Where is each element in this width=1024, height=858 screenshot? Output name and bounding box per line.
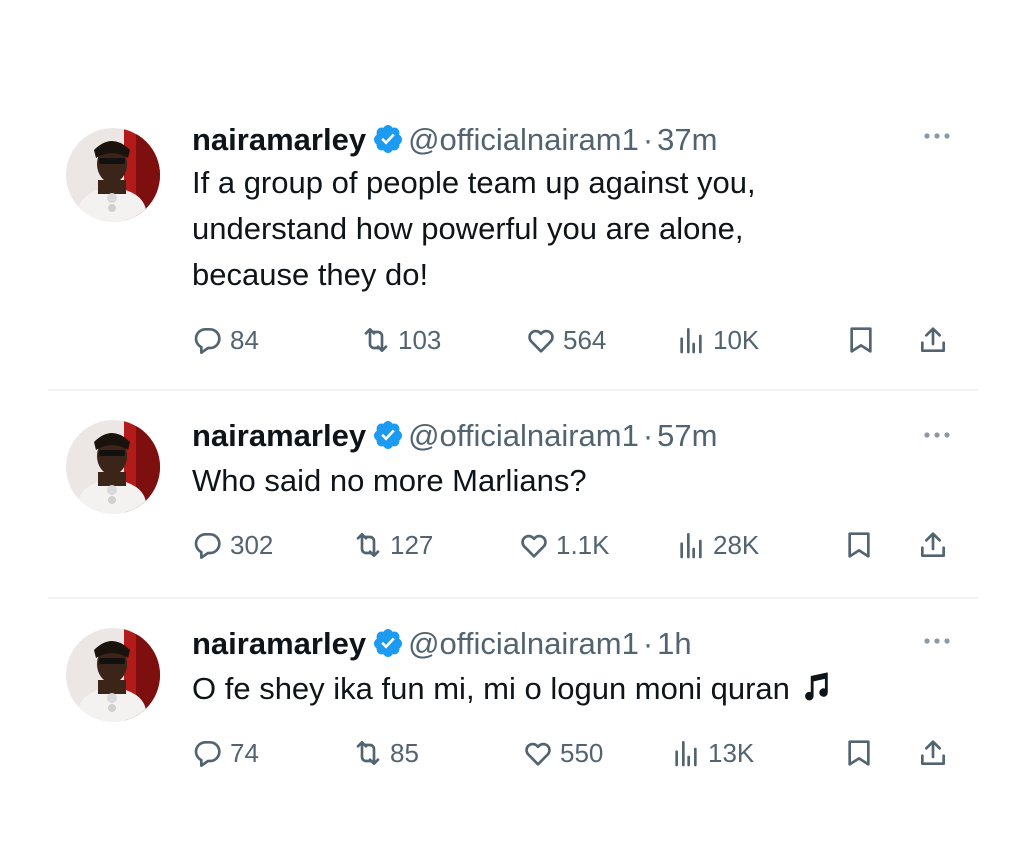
action-bar: 74 85 550 13K bbox=[0, 733, 1024, 773]
bookmark-button[interactable] bbox=[843, 525, 875, 565]
bookmark-icon bbox=[848, 740, 870, 766]
views-button[interactable]: 28K bbox=[675, 525, 759, 565]
reply-button[interactable]: 74 bbox=[192, 733, 259, 773]
repost-icon bbox=[364, 328, 388, 352]
reply-button[interactable]: 302 bbox=[192, 525, 273, 565]
tweet-text: If a group of people team up against you… bbox=[192, 160, 756, 298]
tweet-text-line: Who said no more Marlians? bbox=[192, 463, 587, 498]
views-count: 13K bbox=[708, 737, 755, 768]
tweet-header: nairamarley @officialnairam1 · 57m bbox=[192, 418, 717, 454]
display-name[interactable]: nairamarley bbox=[192, 122, 366, 157]
bookmark-button[interactable] bbox=[843, 733, 875, 773]
views-button[interactable]: 13K bbox=[670, 733, 754, 773]
reply-count: 302 bbox=[230, 529, 274, 560]
like-count: 564 bbox=[563, 324, 607, 355]
share-button[interactable] bbox=[917, 733, 949, 773]
tweet-text-line: understand how powerful you are alone, bbox=[192, 211, 744, 246]
separator-dot: · bbox=[642, 122, 654, 157]
separator-dot: · bbox=[642, 418, 654, 453]
views-icon bbox=[680, 328, 702, 354]
like-icon bbox=[521, 534, 547, 558]
like-icon bbox=[528, 329, 554, 353]
share-icon bbox=[921, 532, 945, 557]
repost-count: 85 bbox=[390, 737, 419, 768]
tweet-divider bbox=[48, 389, 978, 391]
like-count: 550 bbox=[560, 737, 604, 768]
like-button[interactable]: 550 bbox=[522, 733, 603, 773]
reply-icon bbox=[194, 741, 221, 767]
like-button[interactable]: 564 bbox=[525, 320, 606, 360]
bookmark-icon bbox=[850, 327, 872, 353]
tweet-text-line: because they do! bbox=[192, 257, 429, 292]
tweet-text: Who said no more Marlians? bbox=[192, 458, 587, 504]
share-icon bbox=[921, 740, 945, 765]
like-count: 1.1K bbox=[556, 529, 610, 560]
display-name[interactable]: nairamarley bbox=[192, 418, 366, 453]
repost-count: 127 bbox=[390, 529, 434, 560]
tweet-divider bbox=[48, 597, 978, 599]
avatar[interactable] bbox=[66, 420, 160, 514]
repost-count: 103 bbox=[398, 324, 442, 355]
repost-button[interactable]: 127 bbox=[352, 525, 433, 565]
bookmark-button[interactable] bbox=[845, 320, 877, 360]
more-icon[interactable] bbox=[920, 129, 954, 143]
more-icon[interactable] bbox=[920, 634, 954, 648]
timestamp[interactable]: 1h bbox=[657, 626, 691, 661]
tweet-text-line: O fe shey ika fun mi, mi o logun moni qu… bbox=[192, 666, 832, 712]
timestamp[interactable]: 57m bbox=[657, 418, 717, 453]
avatar[interactable] bbox=[66, 628, 160, 722]
reply-button[interactable]: 84 bbox=[192, 320, 259, 360]
timestamp[interactable]: 37m bbox=[657, 122, 717, 157]
like-icon bbox=[525, 742, 551, 766]
action-bar: 302 127 1.1K 28K bbox=[0, 525, 1024, 565]
separator-dot: · bbox=[642, 626, 654, 661]
music-note-icon bbox=[798, 671, 832, 705]
views-count: 28K bbox=[713, 529, 760, 560]
views-button[interactable]: 10K bbox=[675, 320, 759, 360]
views-icon bbox=[675, 741, 697, 767]
verified-badge-icon bbox=[372, 419, 404, 451]
tweet-text-content: O fe shey ika fun mi, mi o logun moni qu… bbox=[192, 671, 790, 706]
share-icon bbox=[921, 327, 945, 352]
action-bar: 84 103 564 10K bbox=[0, 320, 1024, 360]
reply-count: 84 bbox=[230, 324, 259, 355]
repost-button[interactable]: 85 bbox=[352, 733, 419, 773]
bookmark-icon bbox=[848, 532, 870, 558]
repost-icon bbox=[356, 533, 380, 557]
verified-badge-icon bbox=[372, 627, 404, 659]
tweet-text-line: If a group of people team up against you… bbox=[192, 165, 756, 200]
tweet-text: O fe shey ika fun mi, mi o logun moni qu… bbox=[192, 666, 832, 712]
like-button[interactable]: 1.1K bbox=[518, 525, 610, 565]
more-icon[interactable] bbox=[920, 428, 954, 442]
share-button[interactable] bbox=[917, 320, 949, 360]
avatar[interactable] bbox=[66, 128, 160, 222]
handle[interactable]: @officialnairam1 bbox=[408, 626, 639, 661]
reply-icon bbox=[194, 328, 221, 354]
reply-count: 74 bbox=[230, 737, 259, 768]
handle[interactable]: @officialnairam1 bbox=[408, 418, 639, 453]
verified-badge-icon bbox=[372, 123, 404, 155]
tweet-header: nairamarley @officialnairam1 · 37m bbox=[192, 122, 717, 158]
tweet-header: nairamarley @officialnairam1 · 1h bbox=[192, 626, 692, 662]
views-count: 10K bbox=[713, 324, 760, 355]
views-icon bbox=[680, 533, 702, 559]
share-button[interactable] bbox=[917, 525, 949, 565]
handle[interactable]: @officialnairam1 bbox=[408, 122, 639, 157]
repost-button[interactable]: 103 bbox=[360, 320, 441, 360]
reply-icon bbox=[194, 533, 221, 559]
display-name[interactable]: nairamarley bbox=[192, 626, 366, 661]
repost-icon bbox=[356, 741, 380, 765]
